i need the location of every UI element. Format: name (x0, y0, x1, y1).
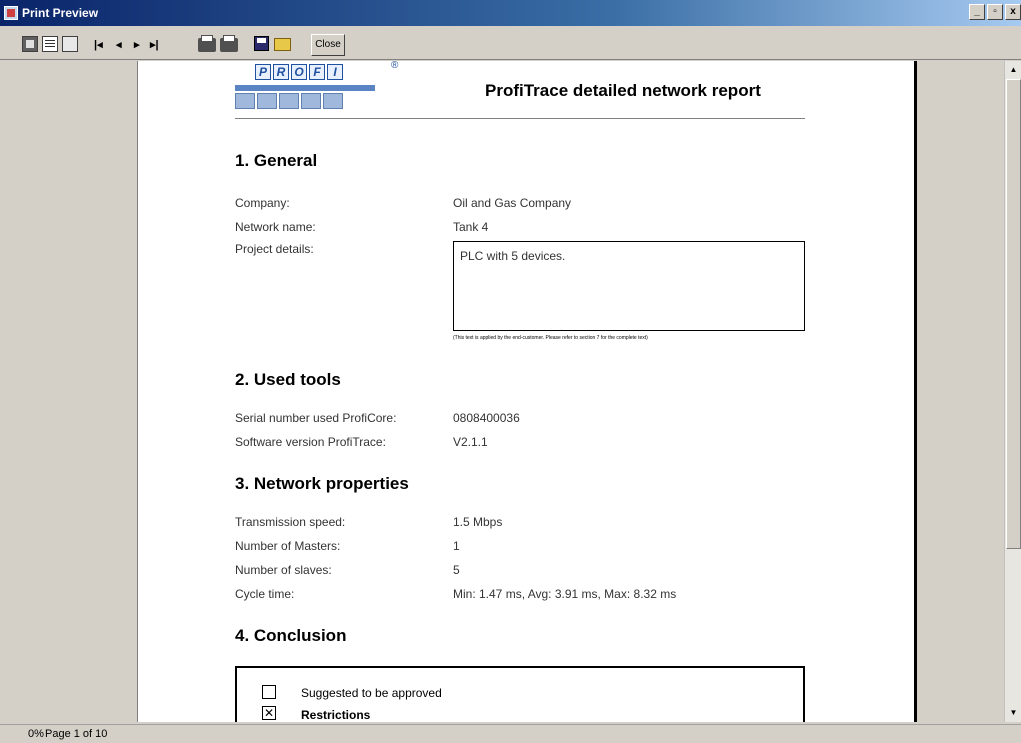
conclusion-box: Suggested to be approved ✕ Restrictions (235, 666, 805, 722)
serial-number-label: Serial number used ProfiCore: (235, 411, 397, 425)
profibus-logo: P R O F I ® (235, 61, 398, 119)
project-note: (This text is applied by the end-custome… (453, 335, 648, 341)
restrictions-label: Restrictions (301, 708, 371, 722)
scroll-up-icon[interactable]: ▲ (1006, 63, 1021, 77)
page-width-icon[interactable] (42, 36, 58, 52)
report-page: P R O F I ® ProfiTrace detailed network … (137, 61, 917, 722)
scroll-thumb[interactable] (1006, 79, 1021, 549)
open-folder-icon[interactable] (274, 38, 291, 51)
registered-mark: ® (391, 61, 399, 71)
toolbar: |◂ ◂ ▸ ▸| Close (0, 30, 1021, 60)
logo-letter: I (327, 64, 343, 80)
window-controls: _ ▫ x (969, 4, 1021, 20)
logo-blocks (235, 93, 343, 109)
slaves-count-label: Number of slaves: (235, 563, 332, 577)
scroll-down-icon[interactable]: ▼ (1006, 706, 1021, 720)
close-window-button[interactable]: x (1005, 4, 1021, 20)
masters-count-value: 1 (453, 539, 460, 553)
approved-checkbox[interactable] (262, 685, 276, 699)
logo-letter: O (291, 64, 307, 80)
company-label: Company: (235, 196, 290, 210)
masters-count-label: Number of Masters: (235, 539, 341, 553)
section-tools-heading: 2. Used tools (235, 370, 341, 389)
software-version-label: Software version ProfiTrace: (235, 435, 386, 449)
multi-page-icon[interactable] (62, 36, 78, 52)
last-page-button[interactable]: ▸| (150, 36, 159, 54)
logo-letter: P (255, 64, 271, 80)
logo-letter: F (309, 64, 325, 80)
restrictions-checkbox[interactable]: ✕ (262, 706, 276, 720)
print-preview-window: Print Preview _ ▫ x |◂ ◂ ▸ ▸| Close P R … (0, 0, 1021, 743)
section-network-heading: 3. Network properties (235, 474, 409, 493)
window-title: Print Preview (22, 6, 99, 20)
next-page-button[interactable]: ▸ (134, 36, 140, 54)
single-page-icon[interactable] (22, 36, 38, 52)
status-bar: 0% Page 1 of 10 (0, 724, 1021, 743)
page-status: Page 1 of 10 (45, 728, 108, 740)
first-page-button[interactable]: |◂ (94, 36, 103, 54)
report-title: ProfiTrace detailed network report (485, 81, 761, 100)
logo-letters: P R O F I (255, 64, 343, 80)
project-details-label: Project details: (235, 242, 314, 256)
logo-letter: R (273, 64, 289, 80)
cycle-time-value: Min: 1.47 ms, Avg: 3.91 ms, Max: 8.32 ms (453, 587, 677, 601)
save-icon[interactable] (254, 36, 269, 51)
app-icon (4, 6, 18, 20)
zoom-status: 0% (28, 728, 44, 740)
print-icon[interactable] (220, 38, 238, 52)
title-divider (235, 118, 805, 119)
maximize-button[interactable]: ▫ (987, 4, 1003, 20)
cycle-time-label: Cycle time: (235, 587, 295, 601)
serial-number-value: 0808400036 (453, 411, 520, 425)
title-bar[interactable]: Print Preview _ ▫ x (0, 0, 1021, 26)
slaves-count-value: 5 (453, 563, 460, 577)
previous-page-button[interactable]: ◂ (116, 36, 122, 54)
section-general-heading: 1. General (235, 151, 318, 170)
section-conclusion-heading: 4. Conclusion (235, 626, 347, 645)
transmission-speed-value: 1.5 Mbps (453, 515, 503, 529)
transmission-speed-label: Transmission speed: (235, 515, 346, 529)
project-details-box: PLC with 5 devices. (453, 241, 805, 331)
software-version-value: V2.1.1 (453, 435, 488, 449)
logo-bar (235, 85, 375, 91)
close-button[interactable]: Close (311, 34, 345, 56)
network-name-value: Tank 4 (453, 220, 489, 234)
print-setup-icon[interactable] (198, 38, 216, 52)
network-name-label: Network name: (235, 220, 316, 234)
vertical-scrollbar[interactable]: ▲ ▼ (1004, 61, 1021, 722)
company-value: Oil and Gas Company (453, 196, 572, 210)
minimize-button[interactable]: _ (969, 4, 985, 20)
project-details-value: PLC with 5 devices. (460, 249, 566, 263)
approved-label: Suggested to be approved (301, 686, 442, 700)
preview-viewport[interactable]: P R O F I ® ProfiTrace detailed network … (7, 61, 1017, 722)
